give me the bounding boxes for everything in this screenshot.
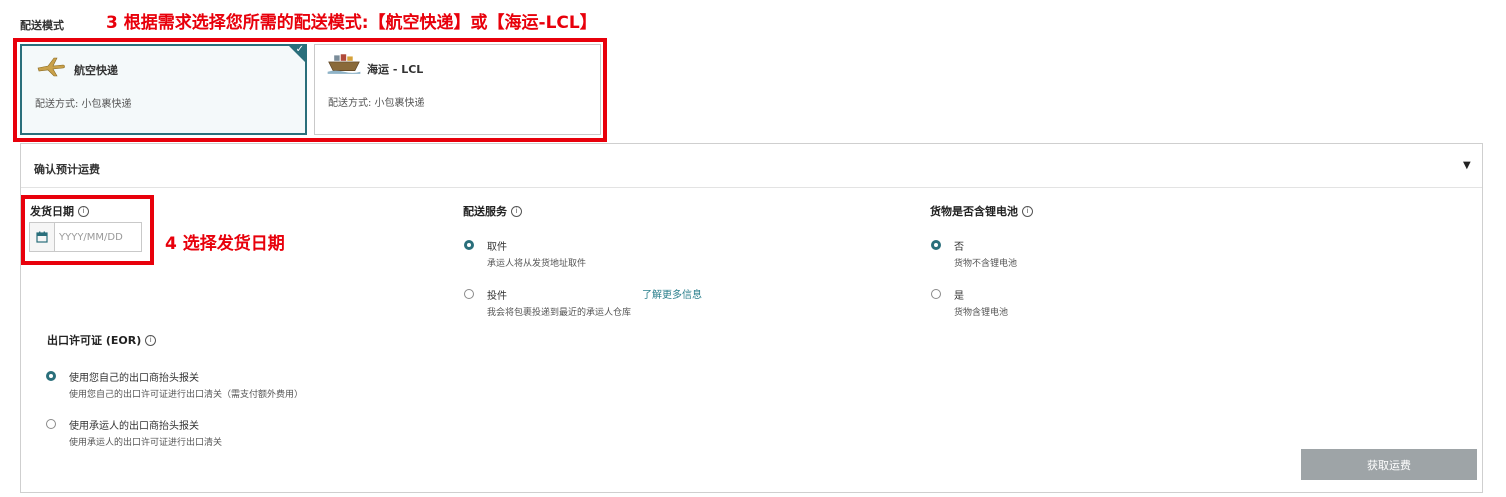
battery-no-title: 否 [954, 242, 964, 253]
battery-yes-desc: 货物含锂电池 [954, 308, 1009, 318]
eor-carrier-desc: 使用承运人的出口许可证进行出口清关 [69, 438, 223, 448]
annotation-step-3: 3 根据需求选择您所需的配送模式:【航空快递】或【海运-LCL】 [106, 13, 597, 33]
battery-label-text: 货物是否含锂电池 [930, 205, 1018, 218]
delivery-pickup-desc: 承运人将从发货地址取件 [487, 259, 587, 269]
eor-carrier-title: 使用承运人的出口商抬头报关 [69, 421, 199, 432]
eor-label-text: 出口许可证 (EOR) [47, 334, 142, 347]
delivery-dropoff-radio[interactable] [464, 289, 474, 299]
eor-label: 出口许可证 (EOR) i [47, 332, 157, 348]
delivery-dropoff-desc: 我会将包裹投递到最近的承运人仓库 [487, 308, 632, 318]
delivery-pickup-radio[interactable] [464, 240, 474, 250]
eor-own-desc: 使用您自己的出口许可证进行出口清关（需支付额外费用） [69, 390, 304, 400]
panel-title: 确认预计运费 [34, 163, 100, 176]
get-quote-button[interactable]: 获取运费 [1301, 449, 1477, 480]
eor-own-title: 使用您自己的出口商抬头报关 [69, 373, 199, 384]
battery-no-radio[interactable] [931, 240, 941, 250]
eor-own-radio[interactable] [46, 371, 56, 381]
annotation-box-ship-date [21, 195, 154, 265]
delivery-dropoff-title: 投件 [487, 291, 507, 302]
battery-no-desc: 货物不含锂电池 [954, 259, 1018, 269]
battery-label: 货物是否含锂电池 i [930, 203, 1033, 219]
annotation-box-shipping-mode [13, 38, 607, 142]
learn-more-link[interactable]: 了解更多信息 [642, 286, 702, 301]
shipping-mode-label: 配送模式 [20, 19, 64, 32]
delivery-pickup-title: 取件 [487, 242, 507, 253]
delivery-service-label-text: 配送服务 [463, 205, 507, 218]
delivery-service-label: 配送服务 i [463, 203, 522, 219]
annotation-step-4: 4 选择发货日期 [165, 234, 285, 254]
info-icon[interactable]: i [511, 206, 522, 217]
eor-carrier-radio[interactable] [46, 419, 56, 429]
estimate-panel [20, 143, 1483, 493]
battery-yes-radio[interactable] [931, 289, 941, 299]
info-icon[interactable]: i [145, 335, 157, 346]
battery-yes-title: 是 [954, 291, 964, 302]
collapse-arrow-icon[interactable]: ▼ [1463, 160, 1471, 171]
panel-divider [21, 187, 1482, 188]
info-icon[interactable]: i [1022, 206, 1033, 217]
